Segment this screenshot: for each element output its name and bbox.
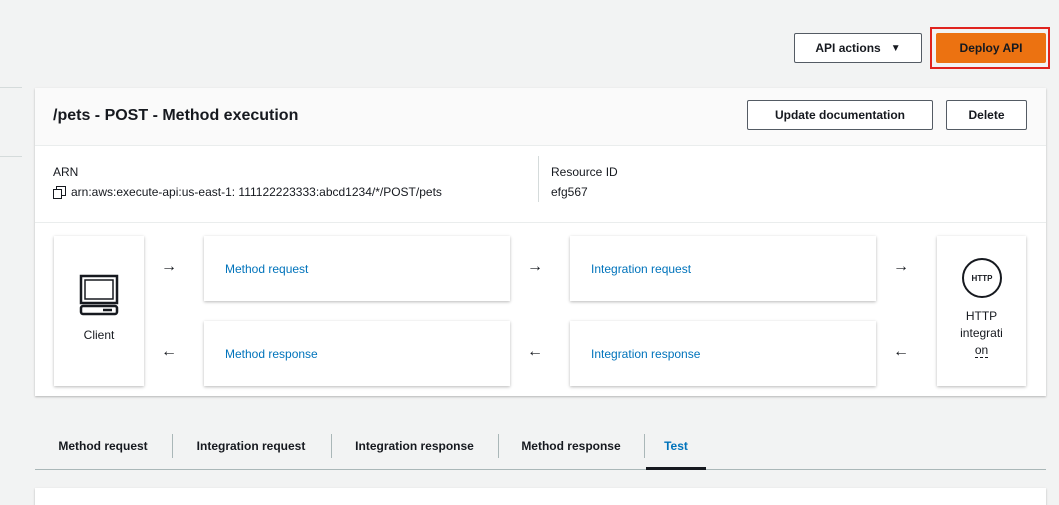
arrow-left-icon: ←	[527, 343, 543, 360]
arn-label: ARN	[53, 165, 79, 179]
tab-integration-request[interactable]: Integration request	[190, 422, 312, 469]
tab-label: Integration request	[196, 438, 306, 453]
tab-integration-response[interactable]: Integration response	[349, 422, 480, 469]
http-integration-label: HTTP integrati on	[937, 308, 1026, 359]
arrow-right-icon: →	[527, 258, 543, 275]
test-panel	[35, 488, 1046, 505]
arrow-left-icon: ←	[161, 343, 177, 360]
arrow-right-icon: →	[893, 258, 909, 275]
http-icon-text: HTTP	[971, 273, 993, 283]
resource-id-label: Resource ID	[551, 165, 618, 179]
deploy-api-button[interactable]: Deploy API	[936, 33, 1046, 63]
tab-label: Test	[664, 438, 688, 453]
tab-label: Method request	[58, 438, 148, 453]
deploy-api-label: Deploy API	[959, 41, 1023, 55]
http-label-line[interactable]: on	[974, 343, 989, 358]
tab-separator	[331, 434, 332, 458]
method-request-card[interactable]: Method request	[204, 236, 510, 301]
api-actions-label: API actions	[815, 41, 881, 55]
tab-separator	[644, 434, 645, 458]
divider	[538, 156, 539, 202]
update-documentation-button[interactable]: Update documentation	[747, 100, 933, 130]
integration-response-link[interactable]: Integration response	[591, 347, 700, 361]
tab-method-request[interactable]: Method request	[53, 422, 153, 469]
client-label: Client	[83, 328, 115, 342]
tab-separator	[498, 434, 499, 458]
arrow-right-icon: →	[161, 258, 177, 275]
method-execution-panel: /pets - POST - Method execution Update d…	[35, 88, 1046, 396]
copy-icon[interactable]	[53, 185, 66, 199]
caret-down-icon: ▼	[890, 42, 901, 54]
tab-separator	[172, 434, 173, 458]
resource-id-value: efg567	[551, 185, 588, 199]
delete-label: Delete	[968, 108, 1005, 122]
top-toolbar: API actions ▼ Deploy API	[0, 0, 1059, 88]
arn-value: arn:aws:execute-api:us-east-1: 111122223…	[71, 185, 442, 199]
method-response-link[interactable]: Method response	[225, 347, 318, 361]
tab-label: Method response	[521, 438, 621, 453]
integration-request-link[interactable]: Integration request	[591, 262, 691, 276]
tab-label: Integration response	[355, 438, 474, 453]
page-title: /pets - POST - Method execution	[53, 107, 299, 124]
http-label-line: integrati	[960, 326, 1003, 340]
http-label-line: HTTP	[965, 309, 998, 323]
client-box: Client	[54, 236, 144, 386]
method-request-link[interactable]: Method request	[225, 262, 308, 276]
update-documentation-label: Update documentation	[774, 108, 905, 122]
computer-icon	[79, 274, 119, 316]
api-actions-dropdown[interactable]: API actions ▼	[794, 33, 922, 63]
http-integration-box: HTTP HTTP integrati on	[937, 236, 1026, 386]
http-icon: HTTP	[962, 258, 1002, 298]
integration-response-card[interactable]: Integration response	[570, 321, 876, 386]
delete-button[interactable]: Delete	[946, 100, 1027, 130]
integration-request-card[interactable]: Integration request	[570, 236, 876, 301]
sidebar-edge	[0, 87, 22, 157]
tab-method-response[interactable]: Method response	[516, 422, 626, 469]
method-tabs: Method request Integration request Integ…	[35, 422, 1046, 470]
tab-test[interactable]: Test	[646, 422, 706, 470]
arrow-left-icon: ←	[893, 343, 909, 360]
divider	[35, 222, 1046, 223]
method-response-card[interactable]: Method response	[204, 321, 510, 386]
panel-header: /pets - POST - Method execution Update d…	[35, 88, 1046, 146]
arn-value-row: arn:aws:execute-api:us-east-1: 111122223…	[53, 185, 442, 199]
